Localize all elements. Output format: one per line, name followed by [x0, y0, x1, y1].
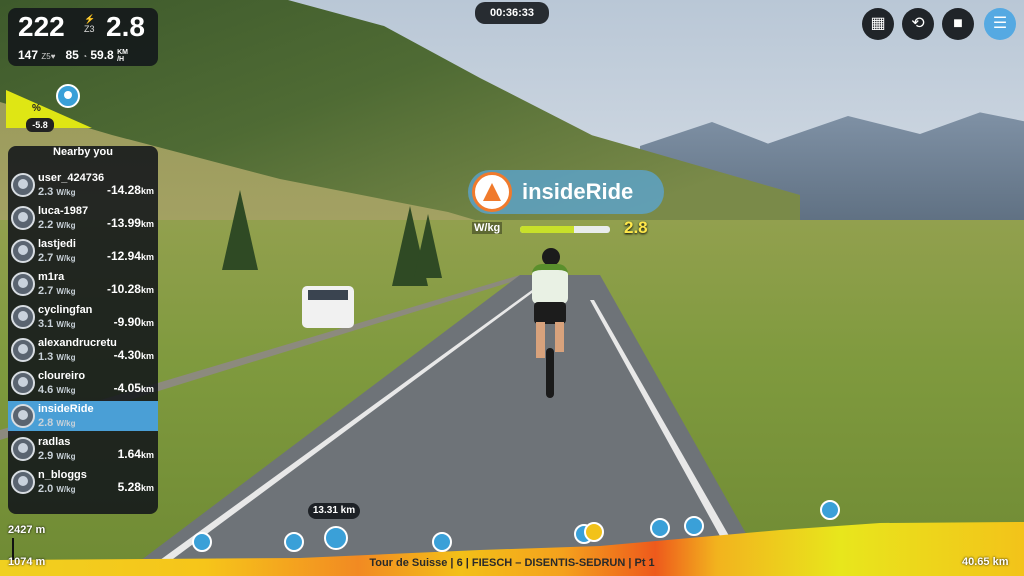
own-position-marker-icon: [584, 522, 604, 542]
brand-name: insideRide: [522, 179, 634, 204]
nearby-rider-row: alexandrucretu 1.3 W/kg -4.30km: [8, 335, 158, 365]
rider-wkg: 2.0 W/kg: [38, 483, 76, 495]
rider-wkg: 4.6 W/kg: [38, 384, 76, 396]
avatar: [11, 239, 35, 263]
nearby-rider-row: radlas 2.9 W/kg 1.64km: [8, 434, 158, 464]
avatar: [11, 272, 35, 296]
nearby-rider-row: n_bloggs 2.0 W/kg 5.28km: [8, 467, 158, 497]
wkg-value: 2.8: [106, 11, 145, 42]
rider-name: n_bloggs: [38, 469, 87, 481]
rider-marker-icon: [684, 516, 704, 536]
nearby-rider-row: m1ra 2.7 W/kg -10.28km: [8, 269, 158, 299]
rider-position-icon: [56, 84, 80, 108]
rider-marker-icon: [324, 526, 348, 550]
avatar: [11, 173, 35, 197]
stop-icon[interactable]: ■: [942, 8, 974, 40]
rider-gap: -4.30km: [113, 348, 154, 362]
nearby-riders-panel: Nearby you user_424736 2.3 W/kg -14.28km lu…: [8, 146, 158, 514]
rider-gap: -10.28km: [106, 282, 154, 296]
rider-gap: -9.90km: [113, 315, 154, 329]
avatar: [11, 338, 35, 362]
nearby-rider-row: cloureiro 4.6 W/kg -4.05km: [8, 368, 158, 398]
rider-marker-icon: [650, 518, 670, 538]
rider-wkg: 2.3 W/kg: [38, 186, 76, 198]
brand-logo-icon: [472, 172, 512, 212]
brand-overlay: insideRide: [468, 170, 664, 214]
rider-gap: 1.64km: [117, 447, 154, 461]
rider-name: alexandrucretu: [38, 337, 117, 349]
rider-marker-icon: [192, 532, 212, 552]
cyclist: [522, 248, 578, 398]
rider-name: insideRide: [38, 403, 94, 415]
avatar: [11, 371, 35, 395]
rider-gap: -14.28km: [106, 183, 154, 197]
avatar: [11, 470, 35, 494]
wkg-meter-label: W/kg: [472, 222, 503, 234]
rider-marker-icon: [820, 500, 840, 520]
nearby-title: Nearby you: [53, 146, 113, 158]
rider-wkg: 1.3 W/kg: [38, 351, 76, 363]
rider-wkg: 2.7 W/kg: [38, 252, 76, 264]
heart-rate-zone: Z5: [41, 52, 51, 61]
rider-wkg: 2.7 W/kg: [38, 285, 76, 297]
rider-name: m1ra: [38, 271, 65, 283]
max-elevation-label: 2427 m: [8, 524, 46, 536]
grade-value: -5.8: [26, 118, 54, 132]
rider-wkg: 2.9 W/kg: [38, 450, 76, 462]
rider-name: luca-1987: [38, 205, 89, 217]
rider-name: cloureiro: [38, 370, 86, 382]
nearby-rider-row: lastjedi 2.7 W/kg -12.94km: [8, 236, 158, 266]
avatar: [11, 404, 35, 428]
map-icon[interactable]: ▦: [862, 8, 894, 40]
rider-wkg: 3.1 W/kg: [38, 318, 76, 330]
rider-gap: -4.05km: [113, 381, 154, 395]
cadence-icon: ◔: [82, 52, 88, 61]
speed-value: 59.8: [90, 48, 114, 62]
avatar: [11, 437, 35, 461]
current-distance-badge: 13.31 km: [308, 503, 360, 519]
replay-icon[interactable]: ⟲: [902, 8, 934, 40]
power-value: 222: [18, 11, 65, 42]
nearby-rider-row: luca-1987 2.2 W/kg -13.99km: [8, 203, 158, 233]
wkg-meter-value: 2.8: [624, 218, 648, 237]
rider-gap: -13.99km: [106, 216, 154, 230]
rider-wkg: 2.8 W/kg: [38, 417, 76, 429]
nearby-rider-row: user_424736 2.3 W/kg -14.28km: [8, 170, 158, 200]
secondary-stats: 147 Z5♥ 85 ◔ 59.8 KM/H: [18, 48, 128, 63]
avatar: [11, 305, 35, 329]
wkg-meter-fill: [520, 226, 574, 233]
elapsed-timer: 00:36:33: [475, 2, 549, 24]
wkg-meter-bar: [520, 226, 610, 233]
heart-rate-value: 147: [18, 48, 39, 62]
nearby-rider-row: insideRide 2.8 W/kg: [8, 401, 158, 431]
rider-name: lastjedi: [38, 238, 76, 250]
rider-marker-icon: [284, 532, 304, 552]
ride-stats-panel: 222 ⚡ Z3 2.8 147 Z5♥ 85 ◔ 59.8 KM/H: [8, 8, 158, 66]
nearby-rider-row: cyclingfan 3.1 W/kg -9.90km: [8, 302, 158, 332]
power-zone: ⚡ Z3: [84, 14, 96, 34]
grade-percent-symbol: %: [32, 103, 41, 114]
parked-car: [302, 286, 354, 328]
rider-gap: -12.94km: [106, 249, 154, 263]
rider-name: user_424736: [38, 172, 105, 184]
rider-name: radlas: [38, 436, 71, 448]
speed-unit: KM/H: [117, 48, 128, 63]
cadence-value: 85: [65, 48, 79, 62]
rider-wkg: 2.2 W/kg: [38, 219, 76, 231]
route-title: Tour de Suisse | 6 | FIESCH – DISENTIS-S…: [369, 557, 655, 569]
rider-gap: 5.28km: [117, 480, 154, 494]
rider-name: cyclingfan: [38, 304, 93, 316]
menu-icon[interactable]: ☰: [984, 8, 1016, 40]
avatar: [11, 206, 35, 230]
heart-icon: ♥: [50, 52, 56, 61]
rider-marker-icon: [432, 532, 452, 552]
